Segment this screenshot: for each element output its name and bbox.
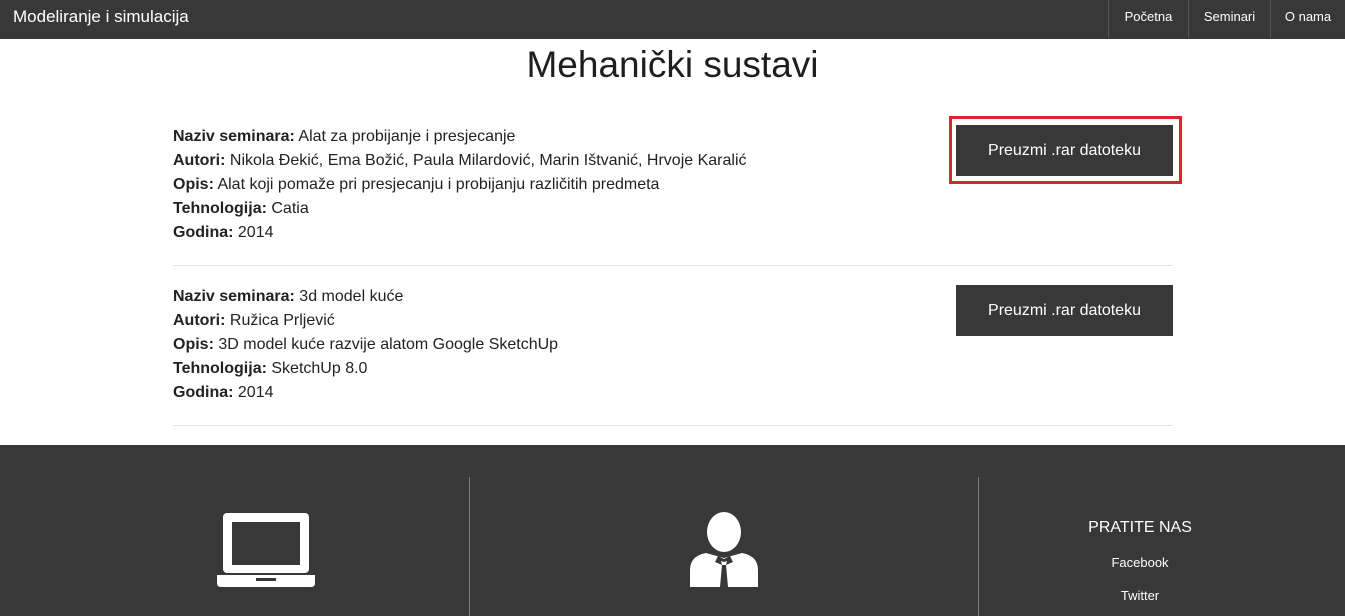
seminar-technology: Catia: [271, 200, 309, 217]
follow-us-heading: PRATITE NAS: [1088, 519, 1192, 536]
seminar-authors: Ružica Prljević: [229, 312, 335, 329]
label-autori: Autori:: [173, 152, 226, 169]
label-opis: Opis:: [173, 336, 214, 353]
label-godina: Godina:: [173, 224, 234, 241]
label-autori: Autori:: [173, 312, 226, 329]
footer-divider: [978, 477, 979, 616]
footer: PRATITE NAS Facebook Twitter: [0, 445, 1345, 616]
top-navbar: Modeliranje i simulacija Početna Seminar…: [0, 0, 1345, 39]
seminar-year: 2014: [237, 384, 274, 401]
label-tehnologija: Tehnologija:: [173, 200, 267, 217]
seminar-technology-line: Tehnologija: SketchUp 8.0: [173, 357, 1173, 381]
seminar-title: 3d model kuće: [299, 288, 404, 305]
download-rar-button[interactable]: Preuzmi .rar datoteku: [956, 285, 1173, 336]
label-tehnologija: Tehnologija:: [173, 360, 267, 377]
seminar-description-line: Opis: 3D model kuće razvije alatom Googl…: [173, 333, 1173, 357]
seminar-description: Alat koji pomaže pri presjecanju i probi…: [217, 176, 660, 193]
nav-item-seminari[interactable]: Seminari: [1188, 0, 1270, 39]
seminar-technology-line: Tehnologija: Catia: [173, 197, 1173, 221]
site-brand[interactable]: Modeliranje i simulacija: [13, 0, 189, 39]
label-godina: Godina:: [173, 384, 234, 401]
page-title: Mehanički sustavi: [526, 44, 819, 85]
person-icon: [690, 512, 758, 587]
laptop-icon: [217, 513, 315, 587]
nav-item-pocetna[interactable]: Početna: [1108, 0, 1188, 39]
seminar-title: Alat za probijanje i presjecanje: [298, 128, 516, 145]
footer-divider: [469, 477, 470, 616]
label-opis: Opis:: [173, 176, 214, 193]
seminar-entry: Naziv seminara: 3d model kuće Autori: Ru…: [173, 285, 1173, 426]
seminar-year: 2014: [237, 224, 274, 241]
seminar-technology: SketchUp 8.0: [271, 360, 368, 377]
highlight-box: [949, 116, 1182, 184]
label-naziv: Naziv seminara:: [173, 128, 295, 145]
seminar-year-line: Godina: 2014: [173, 221, 1173, 245]
seminar-description: 3D model kuće razvije alatom Google Sket…: [218, 336, 559, 353]
twitter-link[interactable]: Twitter: [1040, 588, 1240, 603]
nav-item-o-nama[interactable]: O nama: [1270, 0, 1345, 39]
main-nav: Početna Seminari O nama: [1108, 0, 1345, 39]
seminar-year-line: Godina: 2014: [173, 381, 1173, 405]
facebook-link[interactable]: Facebook: [1040, 555, 1240, 570]
seminar-authors: Nikola Đekić, Ema Božić, Paula Milardovi…: [229, 152, 747, 169]
label-naziv: Naziv seminara:: [173, 288, 295, 305]
